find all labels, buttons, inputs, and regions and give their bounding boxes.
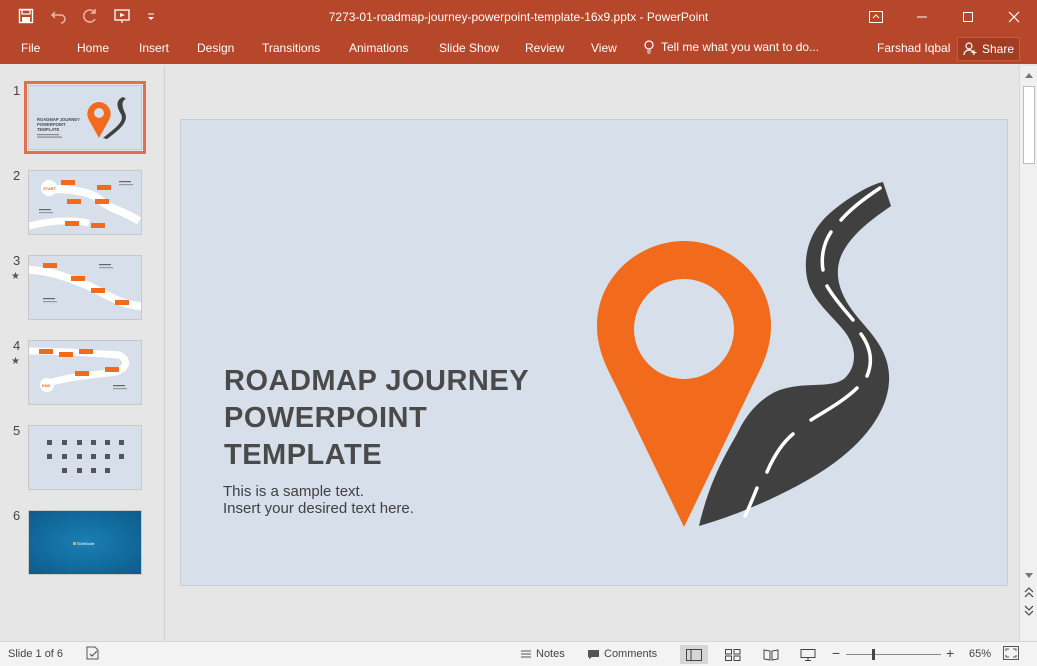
comments-icon: [588, 649, 599, 659]
tell-me-text: Tell me what you want to do...: [661, 40, 820, 54]
thumbnail-number: 2: [13, 168, 21, 183]
reading-view-icon: [763, 648, 779, 661]
slide-thumbnail-6[interactable]: SlideModel: [28, 510, 142, 575]
slide-thumbnail-5[interactable]: [28, 425, 142, 490]
notes-button[interactable]: Notes: [520, 648, 565, 660]
window-controls: [853, 0, 1037, 34]
lightbulb-icon: [644, 40, 654, 54]
zoom-slider[interactable]: [846, 649, 941, 660]
comments-label: Comments: [604, 648, 658, 660]
tab-animations[interactable]: Animations: [349, 40, 408, 56]
zoom-slider-knob[interactable]: [872, 649, 875, 660]
minimize-icon[interactable]: [899, 0, 945, 34]
animation-star-icon: ★: [11, 271, 20, 282]
notes-label: Notes: [536, 648, 565, 660]
tab-insert[interactable]: Insert: [139, 40, 169, 56]
quick-access-toolbar: [18, 6, 164, 28]
slide-canvas[interactable]: ROADMAP JOURNEY POWERPOINT TEMPLATE This…: [180, 119, 1008, 586]
scroll-down-icon[interactable]: [1024, 572, 1034, 580]
slideshow-view-icon: [800, 648, 816, 661]
user-name[interactable]: Farshad Iqbal: [877, 41, 950, 55]
animation-star-icon: ★: [11, 356, 20, 367]
thumb2-start-label: START: [43, 186, 57, 191]
comments-button[interactable]: Comments: [587, 648, 657, 660]
slide-title[interactable]: ROADMAP JOURNEY POWERPOINT TEMPLATE: [224, 363, 529, 474]
slide-subtitle-line: This is a sample text.: [223, 483, 364, 500]
status-bar: Slide 1 of 6 Notes Comments − + 65%: [0, 641, 1037, 666]
maximize-icon[interactable]: [945, 0, 991, 34]
next-slide-icon[interactable]: [1024, 604, 1034, 616]
slide-thumbnail-4[interactable]: END: [28, 340, 142, 405]
slide-subtitle[interactable]: This is a sample text. Insert your desir…: [223, 483, 414, 517]
scrollbar-thumb[interactable]: [1023, 86, 1035, 164]
ribbon-display-options-icon[interactable]: [853, 0, 899, 34]
thumbnail-number: 5: [13, 423, 21, 438]
thumbnail-number: 4: [13, 338, 21, 353]
redo-icon[interactable]: [82, 8, 100, 26]
svg-text:TEMPLATE: TEMPLATE: [37, 127, 59, 132]
normal-view-button[interactable]: [680, 645, 708, 664]
thumb6-logo-text: SlideModel: [77, 542, 95, 546]
share-person-icon: [963, 42, 977, 56]
customize-qat-icon[interactable]: [146, 8, 164, 26]
reading-view-button[interactable]: [757, 645, 785, 664]
tab-transitions[interactable]: Transitions: [262, 40, 320, 56]
slide-thumbnail-1[interactable]: ROADMAP JOURNEY POWERPOINT TEMPLATE: [24, 81, 146, 154]
tab-home[interactable]: Home: [77, 40, 109, 56]
zoom-level[interactable]: 65%: [969, 648, 991, 660]
spell-check-icon[interactable]: [85, 646, 101, 660]
thumbnail-number: 3: [13, 253, 21, 268]
scroll-up-icon[interactable]: [1024, 71, 1034, 79]
slide-count: Slide 1 of 6: [8, 648, 64, 660]
thumb4-end-label: END: [42, 383, 51, 388]
slide-title-line: ROADMAP JOURNEY: [224, 365, 530, 397]
slide-sorter-button[interactable]: [719, 645, 747, 664]
slideshow-view-button[interactable]: [794, 645, 822, 664]
notes-icon: [521, 650, 531, 658]
tab-file[interactable]: File: [21, 40, 40, 56]
slide-subtitle-line: Insert your desired text here.: [223, 500, 414, 517]
ribbon-tabs: File Home Insert Design Transitions Anim…: [0, 34, 1037, 64]
title-bar: 7273-01-roadmap-journey-powerpoint-templ…: [0, 0, 1037, 34]
normal-view-icon: [686, 648, 702, 661]
slide-thumbnail-2[interactable]: START: [28, 170, 142, 235]
zoom-out-button[interactable]: −: [832, 645, 840, 661]
tab-view[interactable]: View: [591, 40, 617, 56]
slide-title-line: POWERPOINT: [224, 402, 428, 434]
vertical-scrollbar[interactable]: [1019, 66, 1037, 641]
slide-thumbnail-3[interactable]: [28, 255, 142, 320]
thumbnail-number: 6: [13, 508, 21, 523]
thumbnail-number: 1: [13, 83, 21, 98]
share-label: Share: [981, 42, 1015, 56]
slide-edit-area: ROADMAP JOURNEY POWERPOINT TEMPLATE This…: [166, 66, 1019, 641]
previous-slide-icon[interactable]: [1024, 587, 1034, 599]
slideshow-from-start-icon[interactable]: [114, 8, 132, 26]
close-icon[interactable]: [991, 0, 1037, 34]
slide-thumbnail-pane: 1 ROADMAP JOURNEY POWERPOINT TEMPLATE 2 …: [0, 66, 165, 641]
undo-icon[interactable]: [50, 8, 68, 26]
slide-title-line: TEMPLATE: [224, 439, 383, 471]
share-button[interactable]: Share: [957, 37, 1020, 61]
fit-to-window-icon[interactable]: [1003, 646, 1019, 660]
slide-sorter-icon: [725, 648, 741, 661]
zoom-in-button[interactable]: +: [946, 645, 954, 661]
save-icon[interactable]: [18, 8, 36, 26]
tell-me-search[interactable]: Tell me what you want to do...: [643, 40, 819, 54]
tab-slide-show[interactable]: Slide Show: [439, 40, 499, 56]
tab-review[interactable]: Review: [525, 40, 564, 56]
tab-design[interactable]: Design: [197, 40, 234, 56]
